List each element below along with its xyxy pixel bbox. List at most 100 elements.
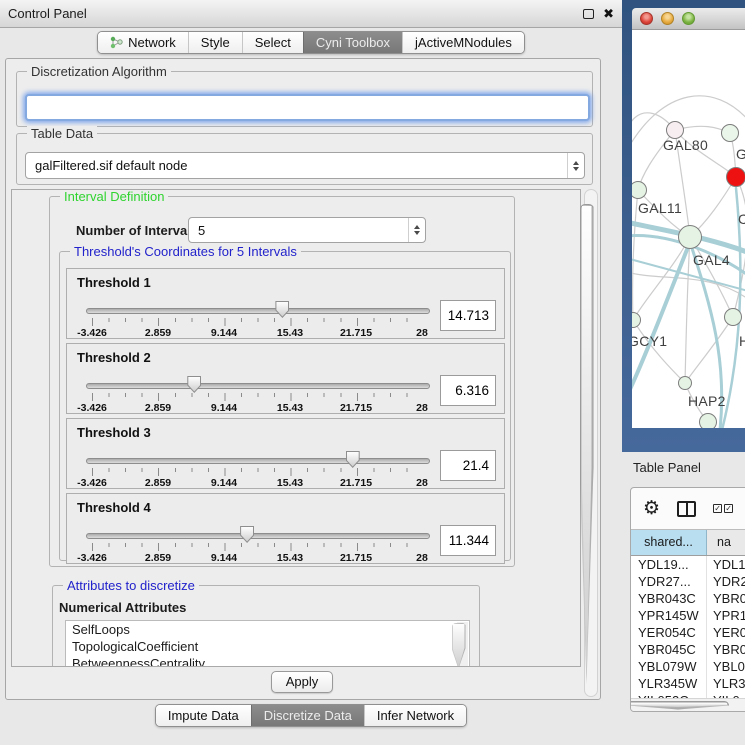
network-node[interactable]	[721, 124, 739, 142]
tab-network[interactable]: Network	[98, 32, 188, 53]
network-window-titlebar	[632, 8, 745, 30]
threshold-value-field[interactable]: 6.316	[440, 375, 496, 406]
tick-label: 9.144	[211, 327, 237, 339]
cell-shared-name[interactable]: YBL079W	[631, 658, 707, 675]
combo-value: galFiltered.sif default node	[35, 158, 187, 173]
network-node[interactable]	[678, 376, 692, 390]
table-row[interactable]: YBR045C YBR0	[631, 641, 745, 658]
threshold-slider[interactable]: -3.4262.8599.14415.4321.71528	[79, 524, 437, 564]
tab-select[interactable]: Select	[242, 32, 303, 53]
tick-label: 21.715	[340, 327, 372, 339]
window-title: Control Panel	[8, 6, 87, 21]
tick-label: 2.859	[145, 327, 171, 339]
select-columns-icon[interactable]: ✓ ✓	[713, 504, 733, 513]
control-panel-titlebar: Control Panel ✖	[0, 0, 622, 28]
table-row[interactable]: YDL19... YDL1	[631, 556, 745, 573]
tab-style[interactable]: Style	[188, 32, 242, 53]
close-icon[interactable]: ✖	[603, 8, 614, 20]
tab-cyni-toolbox[interactable]: Cyni Toolbox	[303, 32, 402, 53]
cyni-toolbox-panel: Discretization Algorithm Table Data galF…	[5, 58, 601, 700]
split-view-icon[interactable]	[677, 501, 696, 517]
gear-icon[interactable]: ⚙	[643, 500, 660, 518]
threshold-slider[interactable]: -3.4262.8599.14415.4321.71528	[79, 374, 437, 414]
group-title: Interval Definition	[60, 189, 168, 204]
cell-shared-name[interactable]: YBR043C	[631, 590, 707, 607]
list-scrollbar[interactable]	[457, 622, 468, 667]
float-window-icon[interactable]	[583, 9, 594, 19]
tick-label: 9.144	[211, 552, 237, 564]
spinner-arrows-icon[interactable]	[408, 218, 425, 242]
table-row[interactable]: YLR345W YLR3	[631, 675, 745, 692]
table-horizontal-scrollbar[interactable]	[631, 698, 745, 711]
table-row[interactable]: YBL079W YBL0	[631, 658, 745, 675]
cell-shared-name[interactable]: YPR145W	[631, 607, 707, 624]
number-of-intervals-combobox[interactable]: 5	[188, 217, 426, 243]
network-node[interactable]	[726, 167, 745, 187]
network-node[interactable]	[678, 225, 702, 249]
cell-name[interactable]: YBR0	[707, 641, 745, 658]
threshold-value-field[interactable]: 11.344	[440, 525, 496, 556]
cell-name[interactable]: YDR2	[707, 573, 745, 590]
scrollbar-thumb[interactable]	[630, 701, 729, 710]
tick-label: 21.715	[340, 477, 372, 489]
list-item[interactable]: SelfLoops	[66, 621, 469, 638]
cell-name[interactable]: YPR1	[707, 607, 745, 624]
threshold-panel-4: Threshold 4 -3.4262.8599.14415.4321.7152…	[66, 493, 505, 564]
threshold-slider[interactable]: -3.4262.8599.14415.4321.71528	[79, 299, 437, 339]
tick-label: 28	[416, 477, 428, 489]
apply-button[interactable]: Apply	[271, 671, 333, 693]
tab-label: Discretize Data	[264, 708, 352, 723]
cell-shared-name[interactable]: YDL19...	[631, 556, 707, 573]
scrollbar-thumb[interactable]	[580, 204, 594, 684]
tick-label: 15.43	[277, 477, 303, 489]
network-node[interactable]	[724, 308, 742, 326]
cell-name[interactable]: YLR3	[707, 675, 745, 692]
network-node-label: C	[738, 211, 745, 227]
cell-name[interactable]: YDL1	[707, 556, 745, 573]
bottom-tab-bar: Impute Data Discretize Data Infer Networ…	[0, 704, 622, 727]
tick-label: -3.426	[77, 402, 107, 414]
slider-tick-labels: -3.4262.8599.14415.4321.71528	[92, 524, 422, 564]
tab-jactivemnodules[interactable]: jActiveMNodules	[402, 32, 524, 53]
group-title: Discretization Algorithm	[27, 64, 171, 79]
cell-name[interactable]: YBL0	[707, 658, 745, 675]
network-node[interactable]	[699, 413, 717, 428]
column-header-name[interactable]: na	[707, 530, 745, 555]
cell-shared-name[interactable]: YLR345W	[631, 675, 707, 692]
table-panel-title: Table Panel	[633, 460, 701, 475]
cell-name[interactable]: YBR0	[707, 590, 745, 607]
mac-zoom-button[interactable]	[682, 12, 695, 25]
tab-label: Impute Data	[168, 708, 239, 723]
tab-discretize-data[interactable]: Discretize Data	[251, 705, 364, 726]
threshold-value-field[interactable]: 14.713	[440, 300, 496, 331]
tick-label: 15.43	[277, 402, 303, 414]
cell-name[interactable]: YER0	[707, 624, 745, 641]
slider-tick-labels: -3.4262.8599.14415.4321.71528	[92, 374, 422, 414]
table-data-combobox[interactable]: galFiltered.sif default node	[25, 152, 585, 179]
table-row[interactable]: YER054C YER0	[631, 624, 745, 641]
spinner-arrows-icon[interactable]	[567, 153, 584, 178]
settings-vertical-scrollbar[interactable]	[584, 189, 598, 697]
algorithm-combobox[interactable]	[25, 94, 590, 121]
cell-shared-name[interactable]: YBR045C	[631, 641, 707, 658]
top-tab-bar: Network Style Select Cyni Toolbox jActiv…	[0, 31, 622, 54]
network-canvas[interactable]: GAL80GAGAL11CGAL4GCY1HHAP2	[632, 30, 745, 428]
column-header-shared-name[interactable]: shared...	[631, 530, 707, 555]
tab-impute-data[interactable]: Impute Data	[156, 705, 251, 726]
table-row[interactable]: YDR27... YDR2	[631, 573, 745, 590]
tick-label: 28	[416, 552, 428, 564]
mac-close-button[interactable]	[640, 12, 653, 25]
list-item[interactable]: TopologicalCoefficient	[66, 638, 469, 655]
cell-shared-name[interactable]: YDR27...	[631, 573, 707, 590]
threshold-value-field[interactable]: 21.4	[440, 450, 496, 481]
cell-shared-name[interactable]: YER054C	[631, 624, 707, 641]
mac-minimize-button[interactable]	[661, 12, 674, 25]
table-row[interactable]: YPR145W YPR1	[631, 607, 745, 624]
network-node-label: GCY1	[632, 333, 667, 349]
tab-infer-network[interactable]: Infer Network	[364, 705, 466, 726]
threshold-slider[interactable]: -3.4262.8599.14415.4321.71528	[79, 449, 437, 489]
list-item[interactable]: BetweennessCentrality	[66, 655, 469, 667]
threshold-label: Threshold 2	[77, 350, 151, 365]
table-row[interactable]: YBR043C YBR0	[631, 590, 745, 607]
tick-label: -3.426	[77, 477, 107, 489]
